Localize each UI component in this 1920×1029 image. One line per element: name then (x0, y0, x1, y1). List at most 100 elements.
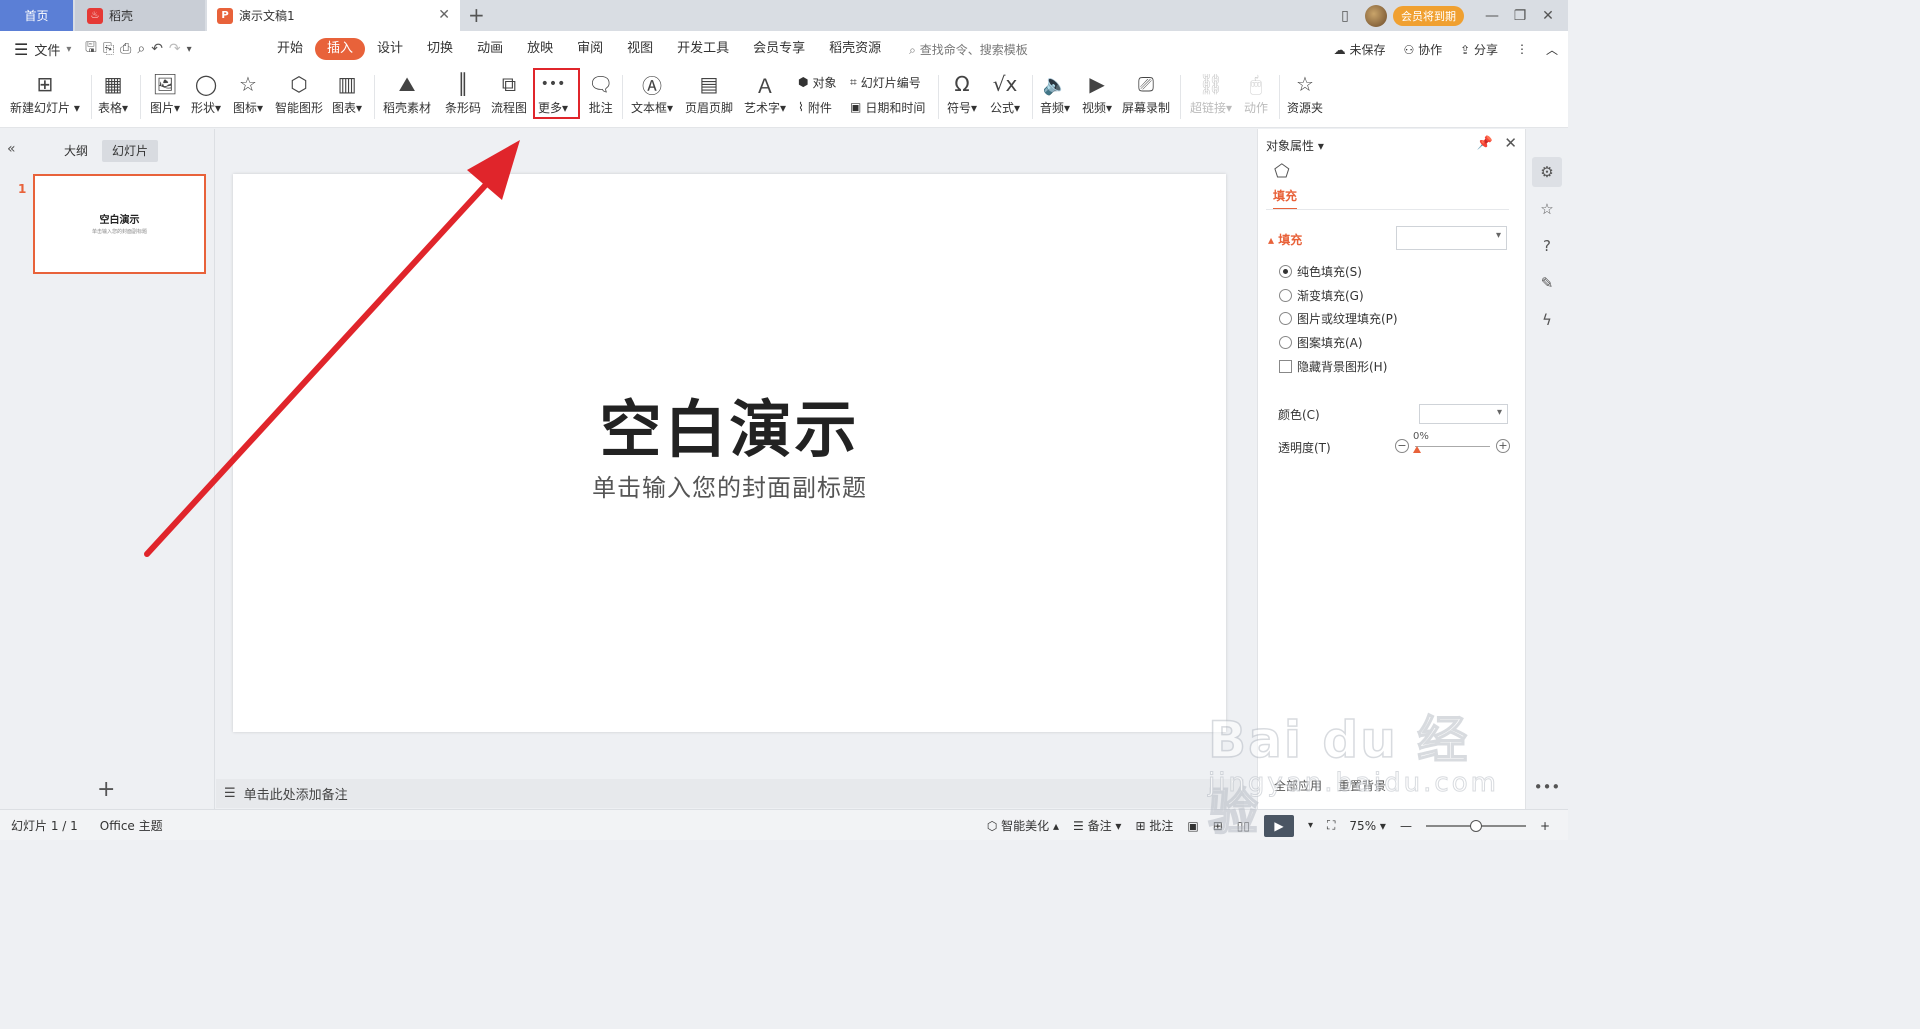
tab-document[interactable]: P 演示文稿1 ✕ (207, 0, 460, 31)
sorter-view-icon[interactable]: ⊞ (1213, 819, 1223, 833)
pin-icon[interactable]: 📌 (1477, 136, 1493, 151)
tab-daoke-resources[interactable]: 稻壳资源 (817, 38, 893, 60)
notes-toggle-button[interactable]: ☰ 备注 ▾ (1073, 817, 1121, 834)
share-button[interactable]: ⇪ 分享 (1460, 41, 1498, 58)
resource-folder-button[interactable]: ☆ 资源夹 (1287, 69, 1323, 123)
tab-review[interactable]: 审阅 (565, 38, 615, 60)
tab-design[interactable]: 设计 (365, 38, 415, 60)
vip-badge[interactable]: 会员将到期 (1393, 5, 1464, 26)
fill-section-header[interactable]: ▴ 填充 (1268, 231, 1302, 248)
fit-window-icon[interactable]: ⛶ (1327, 818, 1335, 833)
new-slide-button[interactable]: ⊞ 新建幻灯片 ▾ (10, 69, 80, 123)
collapse-ribbon-icon[interactable]: ︿ (1546, 41, 1558, 58)
tab-transition[interactable]: 切换 (415, 38, 465, 60)
unsaved-button[interactable]: ☁ 未保存 (1334, 41, 1386, 58)
help-icon[interactable]: ? (1532, 231, 1562, 261)
add-slide-icon[interactable]: + (97, 777, 115, 802)
slide-number-button[interactable]: ⌗ 幻灯片编号 (850, 73, 921, 91)
gradient-fill-option[interactable]: 渐变填充(G) (1279, 286, 1364, 304)
slider-thumb[interactable] (1413, 446, 1421, 453)
pattern-fill-option[interactable]: 图案填充(A) (1279, 333, 1363, 351)
attachment-button[interactable]: ⌇ 附件 (798, 98, 832, 116)
picture-fill-option[interactable]: 图片或纹理填充(P) (1279, 309, 1398, 327)
radio-gradient[interactable] (1279, 288, 1292, 302)
formula-button[interactable]: √x 公式▾ (990, 69, 1020, 123)
vertical-scrollbar[interactable] (1244, 129, 1257, 809)
more-menu-icon[interactable]: ⋮ (1516, 42, 1528, 56)
symbol-button[interactable]: Ω 符号▾ (947, 69, 977, 123)
fill-tab[interactable]: 填充 (1273, 187, 1298, 210)
restore-icon[interactable]: ❐ (1506, 8, 1534, 24)
theme-name[interactable]: Office 主题 (100, 817, 163, 834)
wordart-button[interactable]: Ａ 艺术字▾ (744, 69, 786, 123)
decrease-icon[interactable]: − (1395, 439, 1409, 453)
screen-record-button[interactable]: ⎚ 屏幕录制 (1122, 69, 1170, 123)
zoom-in-icon[interactable]: + (1540, 819, 1550, 833)
increase-icon[interactable]: + (1496, 439, 1510, 453)
video-button[interactable]: ▶ 视频▾ (1082, 69, 1112, 123)
smart-beautify-button[interactable]: ⬡ 智能美化 ▴ (987, 817, 1059, 834)
print-preview-icon[interactable]: ⌕ (137, 41, 145, 57)
reading-mode-icon[interactable]: ▯ (1331, 8, 1359, 24)
chart-button[interactable]: ▥ 图表▾ (332, 69, 362, 123)
tab-daoke[interactable]: ♨ 稻壳 (75, 0, 205, 31)
slider-track[interactable] (1415, 446, 1490, 447)
barcode-button[interactable]: ║ 条形码 (445, 69, 481, 123)
comment-toggle-button[interactable]: ⊞ 批注 (1135, 817, 1173, 834)
icons-button[interactable]: ☆ 图标▾ (233, 69, 263, 123)
collapse-panel-icon[interactable]: « (7, 141, 16, 157)
radio-pattern[interactable] (1279, 335, 1292, 349)
pane-title[interactable]: 对象属性 ▾ (1266, 137, 1324, 154)
close-tab-icon[interactable]: ✕ (438, 7, 450, 23)
close-pane-icon[interactable]: ✕ (1504, 134, 1517, 152)
slide-subtitle[interactable]: 单击输入您的封面副标题 (233, 468, 1226, 503)
close-window-icon[interactable]: ✕ (1534, 8, 1562, 24)
daoke-material-button[interactable]: ⛰ 稻壳素材 (383, 69, 431, 123)
print-icon[interactable]: ⎙ (120, 41, 131, 57)
beautify-icon[interactable]: ✎ (1532, 268, 1562, 298)
tab-slides[interactable]: 幻灯片 (102, 140, 159, 162)
save-icon[interactable]: 🖫 (85, 37, 97, 61)
redo-icon[interactable]: ↷ (169, 41, 181, 57)
tab-developer[interactable]: 开发工具 (665, 38, 741, 60)
object-button[interactable]: ⬢ 对象 (798, 73, 837, 91)
flowchart-button[interactable]: ⧉ 流程图 (491, 69, 527, 123)
hyperlink-button[interactable]: ⛓ 超链接▾ (1190, 69, 1232, 123)
tab-home[interactable]: 首页 (0, 0, 73, 31)
table-button[interactable]: ▦ 表格▾ (98, 69, 128, 123)
tab-outline[interactable]: 大纲 (54, 140, 98, 162)
export-pdf-icon[interactable]: ⎘ (103, 41, 114, 57)
tab-member[interactable]: 会员专享 (741, 38, 817, 60)
zoom-out-icon[interactable]: — (1400, 819, 1412, 833)
star-icon[interactable]: ☆ (1532, 194, 1562, 224)
play-slideshow-button[interactable]: ▶ (1263, 814, 1294, 837)
picture-button[interactable]: 🖼 图片▾ (150, 69, 180, 123)
avatar[interactable] (1365, 4, 1387, 27)
undo-icon[interactable]: ↶ (151, 41, 163, 57)
zoom-dropdown[interactable]: 75% ▾ (1349, 819, 1386, 833)
file-menu[interactable]: ☰ 文件 ▾ (0, 40, 85, 59)
lightning-icon[interactable]: ϟ (1532, 305, 1562, 335)
customize-toolbar-icon[interactable]: ▾ (187, 44, 192, 55)
smart-graphic-button[interactable]: ⬡ 智能图形 (275, 69, 323, 123)
slide[interactable]: 空白演示 单击输入您的封面副标题 (233, 174, 1226, 732)
tab-view[interactable]: 视图 (615, 38, 665, 60)
collab-button[interactable]: ⚇ 协作 (1403, 41, 1442, 58)
reset-background-button[interactable]: 重置背景 (1338, 777, 1386, 794)
tab-animation[interactable]: 动画 (465, 38, 515, 60)
minimize-icon[interactable]: — (1478, 8, 1506, 24)
fill-type-select[interactable] (1396, 226, 1507, 250)
command-search[interactable]: ⌕ 查找命令、搜索模板 (909, 41, 1028, 58)
slide-title[interactable]: 空白演示 (233, 379, 1226, 469)
comment-button[interactable]: 🗨 批注 (588, 69, 613, 123)
reading-view-icon[interactable]: ▯▯ (1237, 819, 1250, 833)
radio-solid[interactable] (1279, 264, 1292, 278)
hide-background-checkbox[interactable] (1279, 359, 1292, 373)
tab-start[interactable]: 开始 (265, 38, 315, 60)
transparency-slider[interactable]: − 0% + (1395, 431, 1510, 455)
play-options-icon[interactable]: ▾ (1308, 820, 1313, 831)
shape-button[interactable]: ◯ 形状▾ (191, 69, 221, 123)
audio-button[interactable]: 🔈 音频▾ (1040, 69, 1070, 123)
normal-view-icon[interactable]: ▣ (1187, 819, 1198, 833)
apply-all-button[interactable]: 全部应用 (1274, 777, 1322, 794)
